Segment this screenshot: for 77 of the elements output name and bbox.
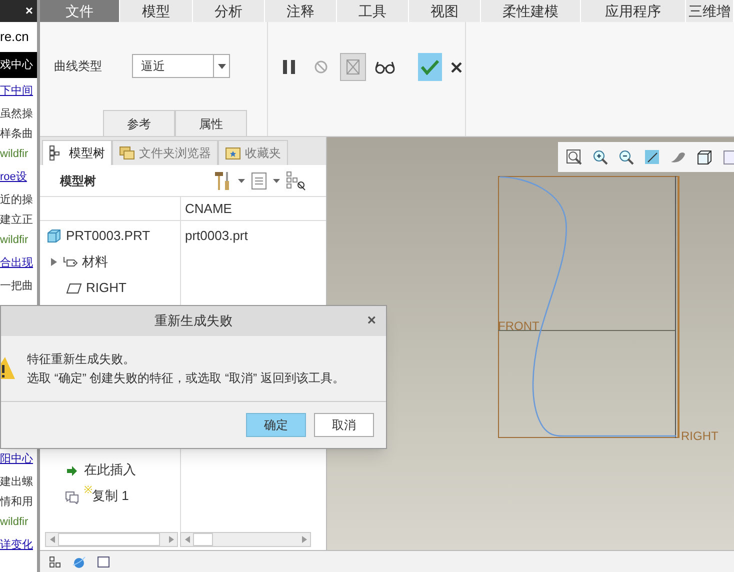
scrollbar-thumb[interactable] xyxy=(193,533,213,546)
panel-title: 模型树 xyxy=(60,172,96,190)
message-text: 特征重新生成失败。 xyxy=(27,350,136,368)
show-button[interactable] xyxy=(286,170,306,190)
close-icon xyxy=(450,62,462,72)
scroll-right-icon xyxy=(168,536,174,543)
field-label: 曲线类型 xyxy=(54,58,102,75)
curve-type-dropdown[interactable]: 逼近 xyxy=(132,54,230,78)
warning-icon xyxy=(1,356,15,380)
repaint-button[interactable] xyxy=(642,147,662,167)
tree-eye-icon xyxy=(286,170,306,190)
url-text: wildfir xyxy=(0,515,30,530)
settings-button[interactable] xyxy=(251,172,267,190)
ribbon-tab[interactable]: 三维增 xyxy=(686,0,734,22)
folders-icon xyxy=(119,145,135,161)
caret-icon xyxy=(238,178,245,182)
caret-icon xyxy=(218,64,226,68)
repaint-icon xyxy=(643,148,661,166)
panel-tab[interactable]: 参考 xyxy=(103,110,175,136)
article-link[interactable]: 详变化 xyxy=(0,532,37,558)
dialog-title: 重新生成失败 xyxy=(154,312,232,330)
snippet-text: 虽然操 xyxy=(0,107,34,122)
panel-tab[interactable]: 属性 xyxy=(175,110,247,136)
checkmark-icon xyxy=(420,59,440,75)
scrollbar[interactable] xyxy=(45,532,178,547)
url-text: wildfir xyxy=(0,147,30,162)
dialog-button[interactable]: 确定 xyxy=(246,413,306,437)
snippet-text: 样条曲 xyxy=(0,127,34,142)
snippet-text: 一把曲 xyxy=(0,279,34,294)
tree-icon xyxy=(48,554,62,568)
panel-tab[interactable]: 模型树 xyxy=(42,140,112,165)
zoom-box-icon xyxy=(565,148,583,166)
column-header[interactable]: CNAME xyxy=(181,197,232,220)
list-icon xyxy=(251,172,267,190)
close-tab-button[interactable]: × xyxy=(25,1,33,21)
scroll-left-icon xyxy=(50,536,54,543)
zoom-in-icon xyxy=(591,148,609,166)
favorites-folder-icon xyxy=(225,145,241,161)
address-text: re.cn xyxy=(0,28,30,46)
tools-button[interactable] xyxy=(214,170,232,190)
message-text: 选取 “确定” 创建失败的特征，或选取 “取消” 返回到该工具。 xyxy=(27,370,344,386)
tree-row[interactable]: RIGHT xyxy=(40,275,180,301)
scroll-left-icon xyxy=(184,536,190,543)
part-cube-icon xyxy=(46,228,62,244)
nav-banner[interactable]: 戏中心 xyxy=(0,52,37,78)
tree-row[interactable]: 材料 xyxy=(40,249,180,275)
snippet-text: 近的操 xyxy=(0,193,34,208)
new-marker: ※ xyxy=(84,486,92,496)
window-icon xyxy=(96,554,110,568)
zoom-out-icon xyxy=(617,148,635,166)
article-link[interactable]: 合出现 xyxy=(0,250,37,276)
tree-row[interactable]: PRT0003.PRT xyxy=(40,223,180,249)
scrollbar[interactable] xyxy=(180,532,311,547)
table-cell-text: prt0003.prt xyxy=(185,227,248,246)
hammer-screwdriver-icon xyxy=(214,170,232,190)
snippet-text: 情和用 xyxy=(0,495,34,510)
scrollbar-thumb[interactable] xyxy=(58,533,160,546)
snippet-text: 建出螺 xyxy=(0,474,34,490)
panel-tab[interactable]: 收藏夹 xyxy=(218,140,288,165)
article-link[interactable]: 下中间 xyxy=(0,78,37,104)
ribbon-tab[interactable]: 文件 xyxy=(40,0,120,22)
zoom-box-button[interactable] xyxy=(564,147,584,167)
cube-icon xyxy=(695,148,713,166)
scroll-right-icon xyxy=(302,536,306,543)
close-button[interactable]: × xyxy=(367,310,376,332)
tree-row[interactable]: 在此插入 xyxy=(40,457,180,483)
datum-label: RIGHT xyxy=(681,429,718,443)
caret-icon xyxy=(273,178,280,182)
article-link[interactable]: roe设 xyxy=(0,164,37,190)
browser-icon xyxy=(72,554,86,568)
snippet-text: 建立正 xyxy=(0,212,34,228)
dialog-button[interactable]: 取消 xyxy=(314,413,374,437)
article-link[interactable]: 阳中心 xyxy=(0,446,37,472)
tree-row[interactable]: ※复制 1 xyxy=(40,483,180,509)
datum-label: FRONT xyxy=(498,319,540,333)
url-text: wildfir xyxy=(0,233,30,248)
panel-tab[interactable]: 文件夹浏览器 xyxy=(112,140,218,165)
